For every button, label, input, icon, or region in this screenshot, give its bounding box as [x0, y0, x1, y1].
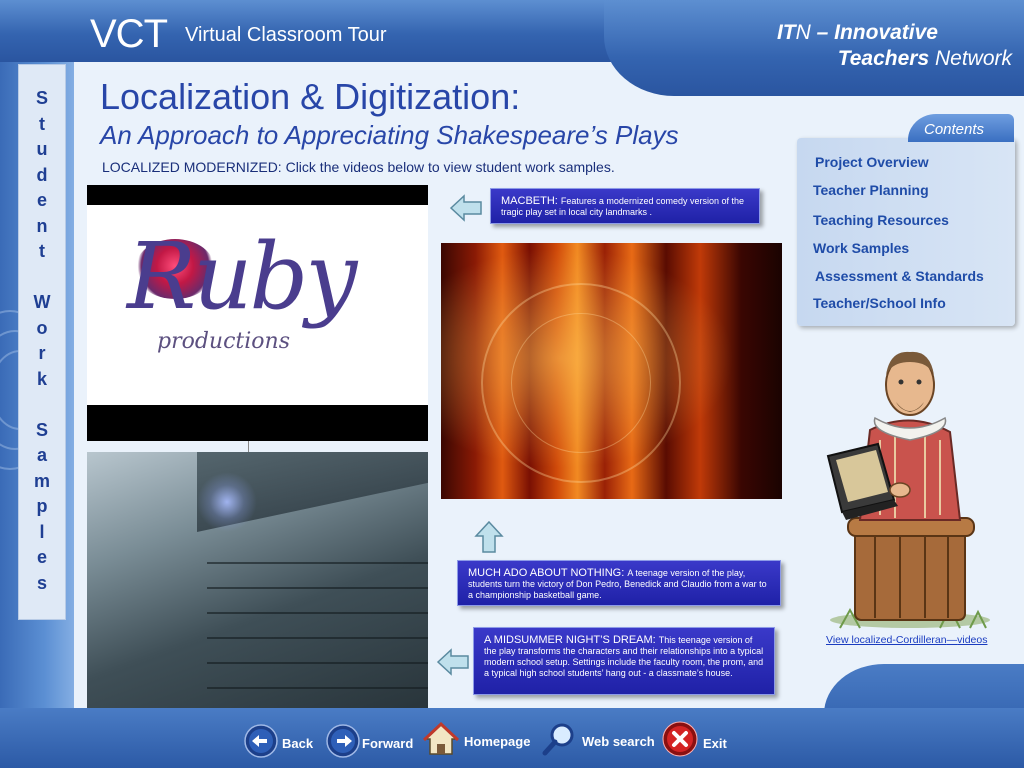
video-midsummer-building[interactable] [87, 452, 428, 708]
side-title-letter: r [38, 343, 46, 363]
video-much-ado-curtain[interactable] [441, 243, 782, 499]
side-title-letter: k [36, 368, 47, 389]
side-title-letter: W [33, 292, 51, 312]
side-title-letter [18, 265, 66, 291]
ruby-logo-text: Ruby [127, 223, 357, 330]
side-title-letter: m [33, 470, 50, 491]
magnifier-search-icon[interactable] [540, 720, 578, 758]
link-part2[interactable]: videos [957, 634, 987, 646]
side-title-letter: e [36, 547, 47, 567]
link-cordilleran-videos[interactable]: View localized-Cordilleran—videos [826, 634, 987, 646]
caption-much-ado: MUCH ADO ABOUT NOTHING: A teenage versio… [457, 560, 781, 606]
link-dash: — [946, 634, 958, 646]
page-subtitle: An Approach to Appreciating Shakespeare’… [100, 120, 679, 150]
side-title-letter: t [39, 241, 45, 261]
video-macbeth-ruby[interactable]: Ruby productions [87, 185, 428, 441]
nav-project-overview[interactable]: Project Overview [815, 154, 929, 170]
caption-macbeth: MACBETH: Features a modernized comedy ve… [490, 188, 760, 224]
back-arrow-icon[interactable] [244, 724, 278, 758]
video-frame: Ruby productions [87, 205, 428, 405]
contents-label: Contents [924, 121, 985, 138]
side-title-letter: e [36, 190, 47, 210]
side-title-letter: n [36, 215, 48, 236]
brand-logo: VCT [90, 12, 168, 56]
caption-midsummer: A MIDSUMMER NIGHT’S DREAM: This teenage … [473, 627, 775, 695]
side-title-letter: t [39, 113, 45, 134]
side-title-text: Student Work Samples [18, 86, 66, 596]
nav-teacher-planning[interactable]: Teacher Planning [813, 182, 929, 198]
side-title-letter [18, 392, 66, 418]
side-title-letter: o [36, 317, 48, 338]
exit-button[interactable]: Exit [703, 736, 727, 751]
forward-button[interactable]: Forward [362, 736, 413, 751]
network-it: IT [776, 21, 796, 44]
home-icon[interactable] [422, 720, 460, 758]
arrow-left-icon[interactable] [436, 648, 470, 676]
network-innovative: – Innovative [810, 21, 938, 44]
network-title: ITN – Innovative Teachers Network [752, 20, 1012, 72]
side-title-letter: l [39, 521, 45, 542]
network-teachers: Teachers [837, 47, 930, 70]
caption-midsummer-title: A MIDSUMMER NIGHT’S DREAM: [484, 634, 659, 646]
back-button[interactable]: Back [282, 736, 313, 751]
arrow-left-icon[interactable] [449, 194, 483, 222]
page-title: Localization & Digitization: [100, 76, 521, 117]
side-title-letter: s [36, 572, 47, 593]
side-title-letter: a [36, 445, 47, 465]
side-title-letter: u [36, 139, 48, 159]
video-divider [248, 441, 249, 452]
nav-teaching-resources[interactable]: Teaching Resources [813, 212, 949, 228]
nav-work-samples[interactable]: Work Samples [813, 240, 909, 256]
forward-arrow-icon[interactable] [326, 724, 360, 758]
caption-macbeth-title: MACBETH: [501, 195, 561, 207]
side-title-letter: S [35, 419, 48, 440]
arrow-up-icon[interactable] [474, 520, 504, 554]
network-n: N [795, 21, 811, 44]
ruby-productions-text: productions [157, 329, 290, 354]
side-title-letter: S [35, 88, 48, 108]
side-title-letter: p [36, 496, 48, 516]
brand-subtitle: Virtual Classroom Tour [185, 24, 387, 46]
building-light [197, 472, 257, 532]
homepage-button[interactable]: Homepage [464, 734, 530, 749]
network-network: Network [929, 47, 1012, 70]
nav-assessment-standards[interactable]: Assessment & Standards [815, 268, 984, 284]
caption-much-ado-title: MUCH ADO ABOUT NOTHING: [468, 567, 628, 579]
exit-x-icon[interactable] [662, 721, 698, 757]
nav-teacher-school-info[interactable]: Teacher/School Info [813, 295, 946, 311]
side-title-letter: d [36, 164, 48, 185]
web-search-button[interactable]: Web search [582, 734, 655, 749]
curtain-ring-inner [511, 313, 651, 453]
link-part1[interactable]: View localized-Cordilleran [826, 634, 947, 646]
shakespeare-reading-illustration [826, 351, 990, 629]
instruction-text: LOCALIZED MODERNIZED: Click the videos b… [102, 159, 615, 175]
